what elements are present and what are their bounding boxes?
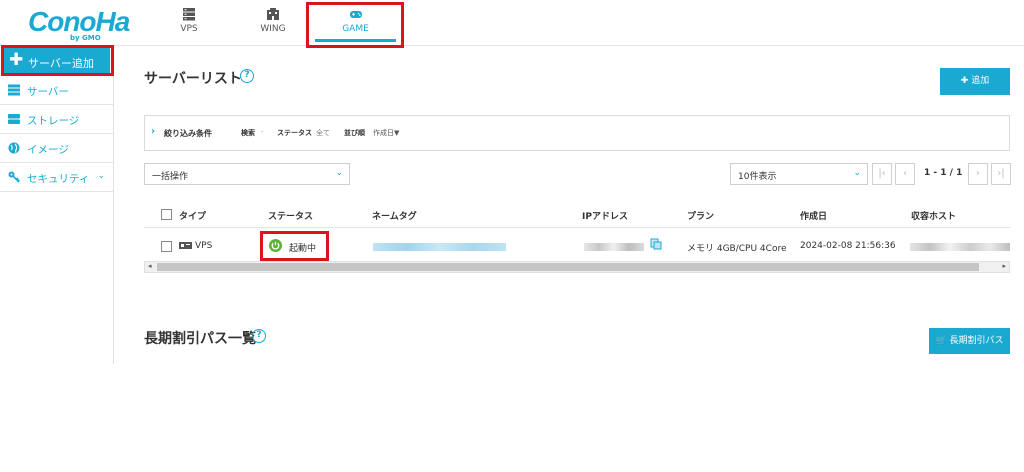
sort-value[interactable]: 作成日▼ <box>373 128 399 138</box>
row-checkbox[interactable] <box>161 241 172 252</box>
chevron-down-icon: ⌄ <box>335 168 343 178</box>
globe-icon <box>8 142 20 154</box>
conoha-logo[interactable]: ConoHa by GMO <box>12 4 130 44</box>
sidebar-item-label: サーバー <box>27 86 69 98</box>
building-icon <box>267 8 279 20</box>
copy-icon[interactable] <box>650 238 662 250</box>
long-term-pass-button-label: 長期割引パス <box>949 336 1004 346</box>
filter-bar: › 絞り込み条件 検索 - ステータス 全て 並び順 作成日▼ <box>144 115 1010 151</box>
add-server-button[interactable]: ✚ サーバー追加 <box>2 47 110 75</box>
host-redacted <box>910 243 1010 251</box>
scroll-right-icon[interactable]: ▸ <box>1002 262 1006 270</box>
ip-redacted <box>584 243 644 251</box>
horizontal-scrollbar[interactable]: ◂ ▸ <box>144 261 1010 273</box>
column-header[interactable]: タイプ <box>179 209 206 222</box>
sidebar-item-storage[interactable]: ストレージ <box>0 105 113 134</box>
plus-icon: ✚ <box>9 50 24 70</box>
long-term-pass-title: 長期割引パス一覧 <box>144 331 256 347</box>
chevron-right-icon[interactable]: › <box>151 126 155 137</box>
prev-page-button[interactable]: ‹ <box>895 163 915 185</box>
first-page-button[interactable]: |‹ <box>872 163 892 185</box>
sidebar-item-security[interactable]: セキュリティ ⌄ <box>0 163 113 192</box>
vps-icon <box>179 242 192 249</box>
column-header[interactable]: IPアドレス <box>582 209 628 222</box>
search-value[interactable]: - <box>261 128 264 136</box>
tab-vps[interactable]: VPS <box>144 0 234 46</box>
select-all-checkbox[interactable] <box>161 209 172 220</box>
power-icon <box>269 239 282 252</box>
tab-game[interactable]: GAME <box>309 0 402 46</box>
plus-icon: ✚ <box>960 76 972 86</box>
server-list-title: サーバーリスト <box>144 71 242 87</box>
main-content: サーバーリスト ? ✚ 追加 › 絞り込み条件 検索 - ステータス 全て 並び… <box>114 46 1024 364</box>
chevron-down-icon: ⌄ <box>853 168 861 178</box>
storage-icon <box>8 114 20 124</box>
status-filter-label: ステータス <box>277 129 312 137</box>
nametag-redacted[interactable] <box>373 243 506 251</box>
add-button[interactable]: ✚ 追加 <box>940 68 1010 95</box>
filter-toggle[interactable]: 絞り込み条件 <box>164 128 212 139</box>
column-header[interactable]: ネームタグ <box>372 209 417 222</box>
status-text: 起動中 <box>289 244 317 254</box>
server-icon <box>183 8 195 21</box>
server-icon <box>8 84 20 96</box>
active-tab-indicator <box>315 39 396 42</box>
scrollbar-thumb[interactable] <box>157 263 979 271</box>
divider <box>144 227 1010 228</box>
long-term-pass-button[interactable]: 🛒 長期割引パス <box>929 328 1010 354</box>
logo-sub: by GMO <box>70 34 101 42</box>
tab-wing[interactable]: WING <box>228 0 318 46</box>
status-filter-value[interactable]: 全て <box>316 128 330 138</box>
sidebar-item-label: ストレージ <box>27 115 80 127</box>
key-icon <box>8 171 20 183</box>
top-header: ConoHa by GMO VPS WING GAME <box>0 0 1024 46</box>
gamepad-icon <box>349 11 362 18</box>
created-date: 2024-02-08 21:56:36 <box>800 241 896 251</box>
bulk-action-value: 一括操作 <box>152 172 189 182</box>
help-icon[interactable]: ? <box>240 69 254 83</box>
page-size-value: 10件表示 <box>738 172 777 182</box>
chevron-down-icon: ⌄ <box>97 171 105 181</box>
sidebar-item-label: セキュリティ <box>27 173 90 185</box>
bulk-action-select[interactable]: 一括操作 ⌄ <box>144 163 350 185</box>
server-type: VPS <box>195 241 213 251</box>
sidebar-item-image[interactable]: イメージ <box>0 134 113 163</box>
tab-game-label: GAME <box>342 24 369 34</box>
column-header[interactable]: 作成日 <box>800 209 827 222</box>
column-header[interactable]: 収容ホスト <box>911 209 956 222</box>
page-size-select[interactable]: 10件表示 ⌄ <box>730 163 868 185</box>
add-button-label: 追加 <box>971 76 990 86</box>
column-header[interactable]: プラン <box>687 209 714 222</box>
tab-wing-label: WING <box>260 24 286 34</box>
page-info: 1 - 1 / 1 <box>924 168 963 178</box>
last-page-button[interactable]: ›| <box>991 163 1011 185</box>
search-label: 検索 <box>241 129 255 137</box>
sidebar-item-server[interactable]: サーバー <box>0 76 113 105</box>
sidebar: ✚ サーバー追加 サーバー ストレージ イメージ セキュリティ ⌄ <box>0 46 114 364</box>
cart-icon: 🛒 <box>935 336 947 346</box>
help-icon[interactable]: ? <box>252 329 266 343</box>
next-page-button[interactable]: › <box>968 163 988 185</box>
sidebar-item-label: イメージ <box>27 144 69 156</box>
add-server-label: サーバー追加 <box>28 57 94 70</box>
tab-vps-label: VPS <box>180 24 198 34</box>
column-header[interactable]: ステータス <box>268 209 313 222</box>
plan: メモリ 4GB/CPU 4Core <box>687 244 787 254</box>
scroll-left-icon[interactable]: ◂ <box>148 262 152 270</box>
page-background <box>0 364 1024 472</box>
sort-label: 並び順 <box>344 129 365 137</box>
